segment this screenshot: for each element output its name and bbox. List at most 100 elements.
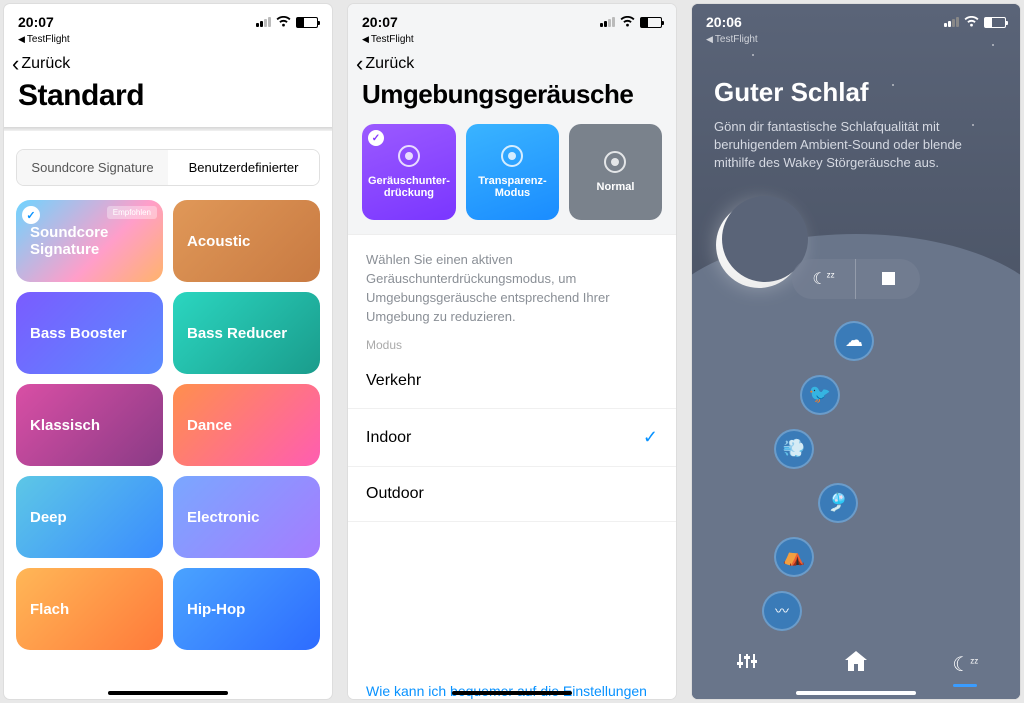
back-button[interactable]: ‹Zurück: [348, 49, 676, 77]
forest-icon: ⛺: [774, 537, 814, 577]
preset-label: Klassisch: [30, 417, 100, 434]
mode-selector: ✓ Geräuschunter-drückung Transparenz-Mod…: [348, 124, 676, 234]
preset-card[interactable]: Bass Reducer: [173, 292, 320, 374]
wifi-icon: [276, 14, 291, 30]
chime-icon: 🎐: [818, 483, 858, 523]
preset-label: Bass Booster: [30, 325, 127, 342]
tab-equalizer[interactable]: [727, 652, 767, 676]
option-indoor[interactable]: Indoor✓: [348, 409, 676, 467]
signal-icon: [256, 17, 271, 27]
home-icon: [845, 654, 867, 676]
segment-signature[interactable]: Soundcore Signature: [17, 150, 168, 185]
sound-chime[interactable]: 🎐: [714, 483, 998, 523]
section-label: Modus: [348, 334, 676, 354]
status-time: 20:07: [362, 14, 398, 30]
tab-bar: ☾zz: [692, 635, 1020, 693]
battery-icon: [984, 17, 1006, 28]
home-indicator[interactable]: [452, 691, 572, 695]
sound-list: ☁ 🐦 💨 🎐 ⛺ 〰: [714, 321, 998, 631]
back-button[interactable]: ‹Zurück: [4, 49, 332, 77]
tab-home[interactable]: [836, 651, 876, 677]
battery-icon: [296, 17, 318, 28]
check-icon: ✓: [643, 427, 658, 448]
recommended-badge: Empfohlen: [107, 206, 157, 219]
headphone-icon: [398, 145, 420, 167]
breadcrumb[interactable]: ◀TestFlight: [348, 32, 676, 49]
mode-label: Normal: [597, 181, 635, 193]
preset-card[interactable]: Flach: [16, 568, 163, 650]
sound-rain[interactable]: ☁: [714, 321, 998, 361]
preset-card[interactable]: ✓ Empfohlen Soundcore Signature: [16, 200, 163, 282]
mode-label: Transparenz-Modus: [472, 175, 553, 199]
segment-custom[interactable]: Benutzerdefinierter: [168, 150, 319, 185]
help-text: Wählen Sie einen aktiven Geräuschunterdr…: [348, 234, 676, 334]
sound-bird[interactable]: 🐦: [714, 375, 998, 415]
status-time: 20:06: [706, 14, 742, 30]
preset-label: Acoustic: [187, 233, 250, 250]
sleep-mode-button[interactable]: ☾zz: [792, 259, 856, 299]
stop-icon: [882, 272, 895, 285]
option-traffic[interactable]: Verkehr: [348, 354, 676, 409]
sound-waves[interactable]: 〰: [714, 591, 998, 631]
mode-noise-canceling[interactable]: ✓ Geräuschunter-drückung: [362, 124, 456, 220]
preset-card[interactable]: Hip-Hop: [173, 568, 320, 650]
status-bar: 20:07: [348, 4, 676, 32]
headphone-icon: [501, 145, 523, 167]
wind-icon: 💨: [774, 429, 814, 469]
battery-icon: [640, 17, 662, 28]
preset-card[interactable]: Electronic: [173, 476, 320, 558]
screen-ambient: 20:07 ◀TestFlight ‹Zurück Umgebungsgeräu…: [348, 4, 676, 699]
chevron-left-icon: ‹: [356, 53, 363, 75]
preset-label: Hip-Hop: [187, 601, 245, 618]
check-icon: ✓: [368, 130, 384, 146]
preset-card[interactable]: Klassisch: [16, 384, 163, 466]
divider: [4, 127, 332, 131]
preset-card[interactable]: Dance: [173, 384, 320, 466]
wifi-icon: [964, 14, 979, 30]
preset-card[interactable]: Bass Booster: [16, 292, 163, 374]
preset-card[interactable]: Deep: [16, 476, 163, 558]
screen-standard: 20:07 ◀TestFlight ‹Zurück Standard Sound…: [4, 4, 332, 699]
moon-zz-icon: ☾zz: [812, 269, 834, 289]
breadcrumb[interactable]: ◀TestFlight: [692, 32, 1020, 49]
page-subtitle: Gönn dir fantastische Schlafqualität mit…: [714, 108, 998, 173]
headphone-icon: [604, 151, 626, 173]
sound-forest[interactable]: ⛺: [714, 537, 998, 577]
wifi-icon: [620, 14, 635, 30]
breadcrumb[interactable]: ◀TestFlight: [4, 32, 332, 49]
option-outdoor[interactable]: Outdoor: [348, 467, 676, 522]
check-icon: ✓: [22, 206, 40, 224]
status-bar: 20:07: [4, 4, 332, 32]
page-title: Standard: [4, 77, 332, 127]
waves-icon: 〰: [762, 591, 802, 631]
tab-sleep[interactable]: ☾zz: [945, 652, 985, 677]
home-indicator[interactable]: [796, 691, 916, 695]
stop-button[interactable]: [856, 259, 920, 299]
segmented-control: Soundcore Signature Benutzerdefinierter: [16, 149, 320, 186]
rain-icon: ☁: [834, 321, 874, 361]
sound-wind[interactable]: 💨: [714, 429, 998, 469]
mode-label: Geräuschunter-drückung: [368, 175, 450, 199]
chevron-left-icon: ‹: [12, 53, 19, 75]
status-bar: 20:06: [692, 4, 1020, 32]
preset-card[interactable]: Acoustic: [173, 200, 320, 282]
signal-icon: [944, 17, 959, 27]
preset-label: Dance: [187, 417, 232, 434]
screen-sleep: 20:06 ◀TestFlight Guter Schlaf Gönn dir …: [692, 4, 1020, 699]
status-time: 20:07: [18, 14, 54, 30]
page-title: Umgebungsgeräusche: [348, 77, 676, 124]
bird-icon: 🐦: [800, 375, 840, 415]
playback-control: ☾zz: [714, 259, 998, 299]
preset-label: Soundcore Signature: [30, 224, 149, 258]
moon-zz-icon: ☾zz: [952, 654, 978, 676]
preset-label: Flach: [30, 601, 69, 618]
preset-label: Deep: [30, 509, 67, 526]
home-indicator[interactable]: [108, 691, 228, 695]
eq-preset-grid: ✓ Empfohlen Soundcore Signature Acoustic…: [4, 200, 332, 650]
preset-label: Bass Reducer: [187, 325, 287, 342]
sliders-icon: [737, 653, 757, 675]
mode-transparency[interactable]: Transparenz-Modus: [466, 124, 559, 220]
preset-label: Electronic: [187, 509, 260, 526]
mode-normal[interactable]: Normal: [569, 124, 662, 220]
page-title: Guter Schlaf: [714, 49, 998, 108]
